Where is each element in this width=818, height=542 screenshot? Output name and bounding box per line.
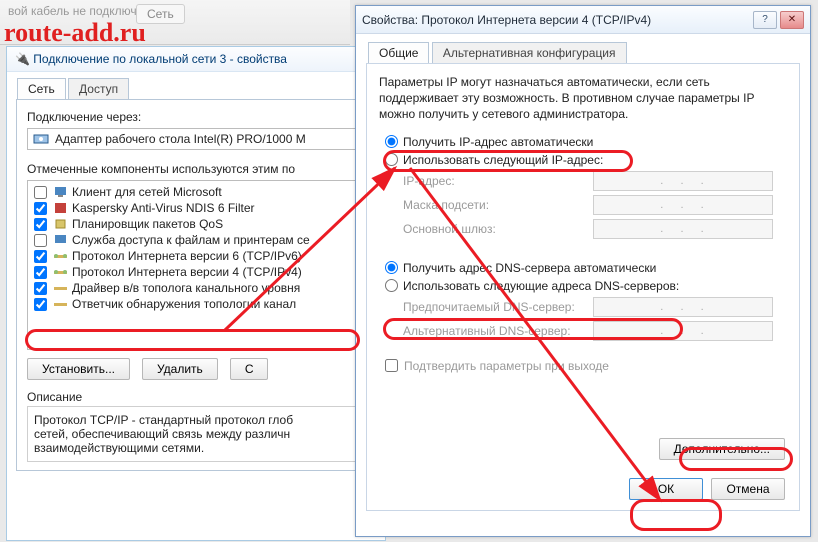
components-label: Отмеченные компоненты используются этим … — [27, 162, 365, 176]
ip-auto-radio[interactable]: Получить IP-адрес автоматически — [385, 135, 787, 149]
description-box: Протокол TCP/IP - стандартный протокол г… — [27, 406, 365, 462]
list-item[interactable]: Ответчик обнаружения топологии канал — [30, 296, 362, 312]
item-text: Служба доступа к файлам и принтерам се — [72, 233, 310, 247]
dialog-confirm-row: ОК Отмена — [629, 478, 785, 500]
properties-button[interactable]: С — [230, 358, 269, 380]
item-text: Планировщик пакетов QoS — [72, 217, 223, 231]
ipv4-panel: Параметры IP могут назначаться автоматич… — [366, 63, 800, 511]
ipv4-tabs: Общие Альтернативная конфигурация — [368, 42, 810, 63]
dns-auto-input[interactable] — [385, 261, 398, 274]
item-checkbox[interactable] — [34, 202, 47, 215]
protocol-icon — [53, 297, 68, 311]
list-item[interactable]: Планировщик пакетов QoS — [30, 216, 362, 232]
ip-address-input: . . . — [593, 171, 773, 191]
ipv4-info-text: Параметры IP могут назначаться автоматич… — [379, 74, 787, 123]
list-item[interactable]: Протокол Интернета версии 4 (TCP/IPv4) — [30, 264, 362, 280]
ok-button[interactable]: ОК — [629, 478, 703, 500]
bg-network-label: Сеть — [147, 7, 174, 21]
cancel-button[interactable]: Отмена — [711, 478, 785, 500]
bg-status: вой кабель не подключен — [8, 4, 150, 18]
close-button[interactable]: ✕ — [780, 11, 804, 29]
remove-button[interactable]: Удалить — [142, 358, 218, 380]
adapter-title-text: Подключение по локальной сети 3 - свойст… — [33, 52, 287, 66]
adapter-title-icon: 🔌 — [15, 52, 33, 66]
item-text: Драйвер в/в тополога канального уровня — [72, 281, 300, 295]
tab-general[interactable]: Общие — [368, 42, 429, 63]
adapter-panel: Подключение через: Адаптер рабочего стол… — [16, 99, 376, 471]
ipv4-window-title: Свойства: Протокол Интернета версии 4 (T… — [362, 13, 750, 27]
list-item[interactable]: Служба доступа к файлам и принтерам се — [30, 232, 362, 248]
adapter-properties-window: 🔌 Подключение по локальной сети 3 - свой… — [6, 46, 386, 541]
client-icon — [53, 185, 68, 199]
ip-auto-label: Получить IP-адрес автоматически — [403, 135, 593, 149]
tab-access[interactable]: Доступ — [68, 78, 129, 99]
subnet-mask-label: Маска подсети: — [403, 198, 593, 212]
validate-label: Подтвердить параметры при выходе — [404, 359, 609, 373]
tab-alternate[interactable]: Альтернативная конфигурация — [432, 42, 627, 63]
dns-alternate-label: Альтернативный DNS-сервер: — [403, 324, 593, 338]
components-list[interactable]: Клиент для сетей Microsoft Kaspersky Ant… — [27, 180, 365, 350]
validate-checkbox[interactable] — [385, 359, 398, 372]
adapter-selector[interactable]: Адаптер рабочего стола Intel(R) PRO/1000… — [27, 128, 365, 150]
install-button[interactable]: Установить... — [27, 358, 130, 380]
ip-manual-label: Использовать следующий IP-адрес: — [403, 153, 603, 167]
qos-icon — [53, 217, 68, 231]
item-text: Ответчик обнаружения топологии канал — [72, 297, 296, 311]
protocol-icon — [53, 281, 68, 295]
dns-preferred-label: Предпочитаемый DNS-сервер: — [403, 300, 593, 314]
item-checkbox[interactable] — [34, 234, 47, 247]
gateway-label: Основной шлюз: — [403, 222, 593, 236]
item-text: Клиент для сетей Microsoft — [72, 185, 222, 199]
item-text: Протокол Интернета версии 6 (TCP/IPv6) — [72, 249, 302, 263]
list-item[interactable]: Клиент для сетей Microsoft — [30, 184, 362, 200]
item-text: Протокол Интернета версии 4 (TCP/IPv4) — [72, 265, 302, 279]
ipv4-properties-window: Свойства: Протокол Интернета версии 4 (T… — [355, 5, 811, 537]
dns-manual-label: Использовать следующие адреса DNS-сервер… — [403, 279, 679, 293]
item-checkbox[interactable] — [34, 282, 47, 295]
gateway-input: . . . — [593, 219, 773, 239]
watermark: route-add.ru — [4, 18, 146, 48]
list-item[interactable]: Протокол Интернета версии 6 (TCP/IPv6) — [30, 248, 362, 264]
item-checkbox[interactable] — [34, 250, 47, 263]
ip-manual-input[interactable] — [385, 153, 398, 166]
tab-network[interactable]: Сеть — [17, 78, 66, 99]
description-title: Описание — [27, 390, 365, 404]
dns-manual-input[interactable] — [385, 279, 398, 292]
help-button[interactable]: ? — [753, 11, 777, 29]
item-checkbox[interactable] — [34, 266, 47, 279]
item-text: Kaspersky Anti-Virus NDIS 6 Filter — [72, 201, 255, 215]
ip-manual-radio[interactable]: Использовать следующий IP-адрес: — [385, 153, 787, 167]
adapter-tabs: Сеть Доступ — [17, 78, 385, 99]
connect-through-label: Подключение через: — [27, 110, 365, 124]
validate-checkbox-row[interactable]: Подтвердить параметры при выходе — [385, 359, 787, 373]
dns-auto-radio[interactable]: Получить адрес DNS-сервера автоматически — [385, 261, 787, 275]
kaspersky-icon — [53, 201, 68, 215]
subnet-mask-input: . . . — [593, 195, 773, 215]
dns-alternate-input: . . . — [593, 321, 773, 341]
protocol-icon — [53, 265, 68, 279]
dns-preferred-input: . . . — [593, 297, 773, 317]
protocol-icon — [53, 249, 68, 263]
list-item[interactable]: Драйвер в/в тополога канального уровня — [30, 280, 362, 296]
dns-auto-label: Получить адрес DNS-сервера автоматически — [403, 261, 656, 275]
ipv4-titlebar[interactable]: Свойства: Протокол Интернета версии 4 (T… — [356, 6, 810, 34]
share-icon — [53, 233, 68, 247]
ip-address-label: IP-адрес: — [403, 174, 593, 188]
item-checkbox[interactable] — [34, 186, 47, 199]
adapter-name: Адаптер рабочего стола Intel(R) PRO/1000… — [55, 132, 306, 146]
adapter-window-title: 🔌 Подключение по локальной сети 3 - свой… — [7, 47, 385, 72]
item-checkbox[interactable] — [34, 218, 47, 231]
advanced-button[interactable]: Дополнительно... — [659, 438, 785, 460]
adapter-buttons-row: Установить... Удалить С — [27, 358, 365, 380]
ip-auto-input[interactable] — [385, 135, 398, 148]
list-item[interactable]: Kaspersky Anti-Virus NDIS 6 Filter — [30, 200, 362, 216]
dns-manual-radio[interactable]: Использовать следующие адреса DNS-сервер… — [385, 279, 787, 293]
item-checkbox[interactable] — [34, 298, 47, 311]
network-adapter-icon — [33, 132, 49, 146]
